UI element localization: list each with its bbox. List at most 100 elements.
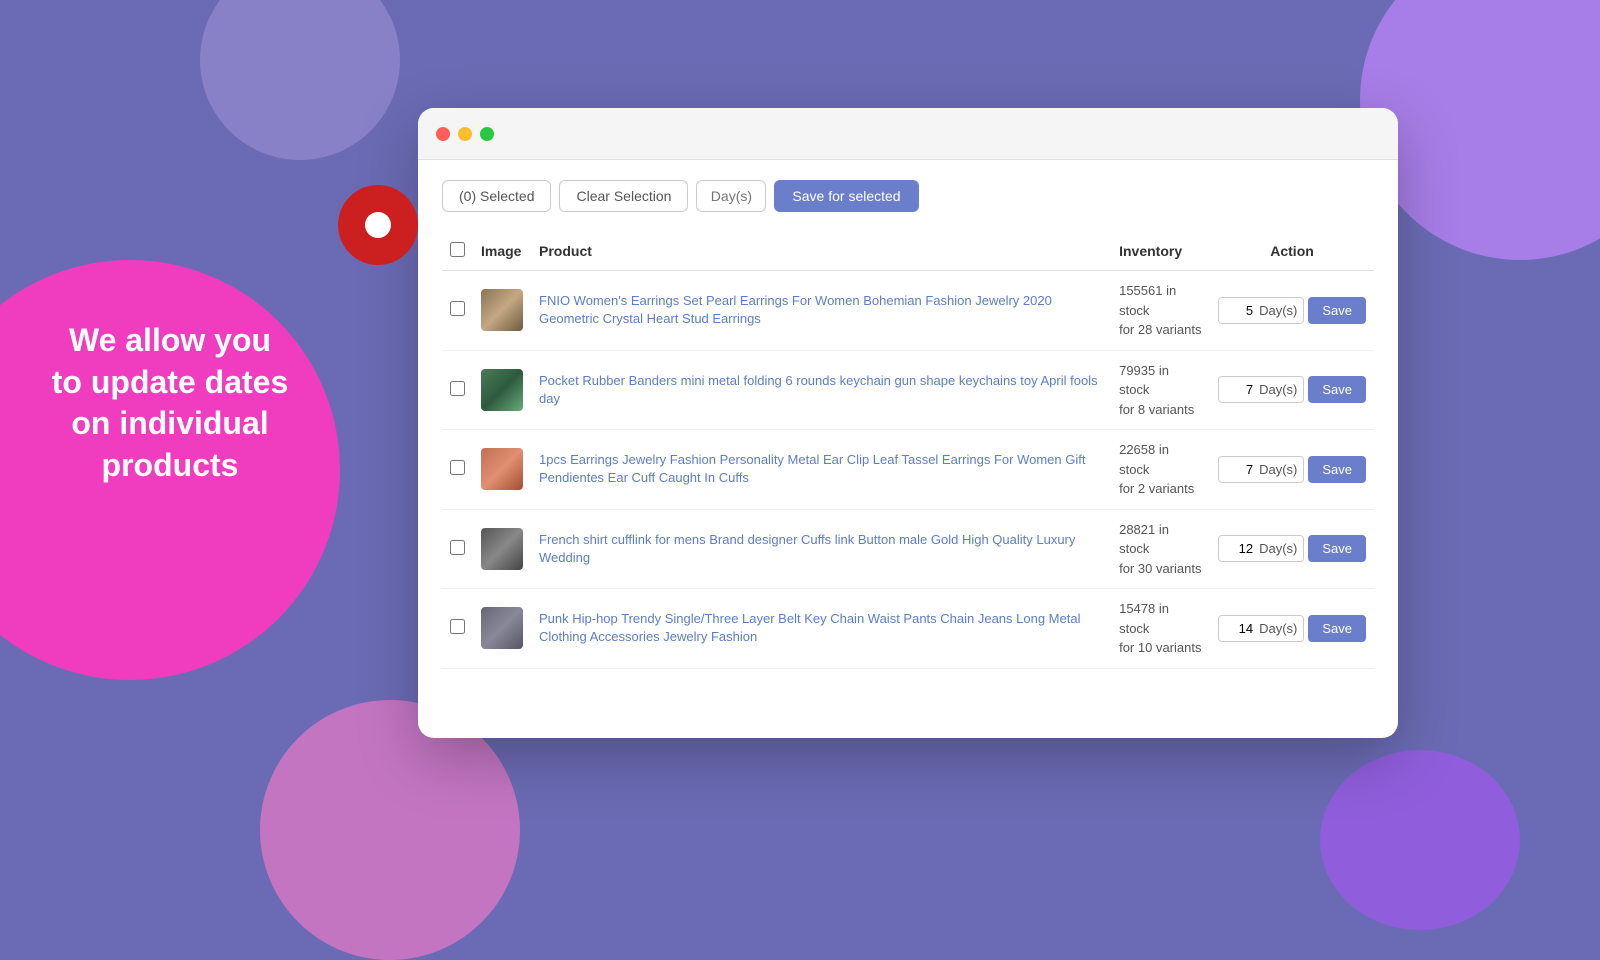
- product-link-3[interactable]: 1pcs Earrings Jewelry Fashion Personalit…: [539, 452, 1085, 485]
- product-link-4[interactable]: French shirt cufflink for mens Brand des…: [539, 532, 1075, 565]
- toolbar: (0) Selected Clear Selection Save for se…: [442, 180, 1374, 212]
- row-image-cell: [473, 430, 531, 510]
- row-inventory-cell: 15478 in stockfor 10 variants: [1111, 589, 1210, 669]
- days-label-4: Day(s): [1257, 536, 1303, 561]
- save-button-4[interactable]: Save: [1308, 535, 1366, 562]
- row-action-cell: Day(s) Save: [1210, 271, 1374, 351]
- inventory-count: 155561 in stockfor 28 variants: [1119, 281, 1202, 340]
- action-container: Day(s) Save: [1218, 456, 1366, 483]
- action-container: Day(s) Save: [1218, 376, 1366, 403]
- inventory-count: 28821 in stockfor 30 variants: [1119, 520, 1202, 579]
- traffic-light-red[interactable]: [436, 127, 450, 141]
- product-image: [481, 289, 523, 331]
- save-for-selected-button[interactable]: Save for selected: [774, 180, 918, 212]
- action-container: Day(s) Save: [1218, 297, 1366, 324]
- row-product-cell: 1pcs Earrings Jewelry Fashion Personalit…: [531, 430, 1111, 510]
- row-inventory-cell: 155561 in stockfor 28 variants: [1111, 271, 1210, 351]
- row-image-cell: [473, 509, 531, 589]
- save-button-3[interactable]: Save: [1308, 456, 1366, 483]
- days-input-4[interactable]: [1219, 536, 1257, 561]
- table-row: 1pcs Earrings Jewelry Fashion Personalit…: [442, 430, 1374, 510]
- days-input-3[interactable]: [1219, 457, 1257, 482]
- left-promotional-text: We allow you to update dates on individu…: [20, 320, 320, 486]
- table-row: FNIO Women's Earrings Set Pearl Earrings…: [442, 271, 1374, 351]
- row-checkbox-4[interactable]: [450, 540, 465, 555]
- row-product-cell: FNIO Women's Earrings Set Pearl Earrings…: [531, 271, 1111, 351]
- row-checkbox-5[interactable]: [450, 619, 465, 634]
- save-button-2[interactable]: Save: [1308, 376, 1366, 403]
- traffic-light-green[interactable]: [480, 127, 494, 141]
- row-action-cell: Day(s) Save: [1210, 509, 1374, 589]
- days-combined-input: Day(s): [1218, 615, 1304, 642]
- days-label-3: Day(s): [1257, 457, 1303, 482]
- row-image-cell: [473, 271, 531, 351]
- selected-button[interactable]: (0) Selected: [442, 180, 551, 212]
- row-product-cell: Pocket Rubber Banders mini metal folding…: [531, 350, 1111, 430]
- action-container: Day(s) Save: [1218, 615, 1366, 642]
- record-button[interactable]: [338, 185, 418, 265]
- header-image: Image: [473, 232, 531, 271]
- row-action-cell: Day(s) Save: [1210, 350, 1374, 430]
- clear-selection-button[interactable]: Clear Selection: [559, 180, 688, 212]
- row-product-cell: Punk Hip-hop Trendy Single/Three Layer B…: [531, 589, 1111, 669]
- header-checkbox-cell: [442, 232, 473, 271]
- header-inventory: Inventory: [1111, 232, 1210, 271]
- row-image-cell: [473, 589, 531, 669]
- browser-content: (0) Selected Clear Selection Save for se…: [418, 160, 1398, 689]
- row-inventory-cell: 28821 in stockfor 30 variants: [1111, 509, 1210, 589]
- row-product-cell: French shirt cufflink for mens Brand des…: [531, 509, 1111, 589]
- row-checkbox-1[interactable]: [450, 301, 465, 316]
- product-image: [481, 448, 523, 490]
- row-checkbox-cell: [442, 589, 473, 669]
- browser-window: (0) Selected Clear Selection Save for se…: [418, 108, 1398, 738]
- days-label-2: Day(s): [1257, 377, 1303, 402]
- table-row: Pocket Rubber Banders mini metal folding…: [442, 350, 1374, 430]
- days-combined-input: Day(s): [1218, 376, 1304, 403]
- inventory-count: 22658 in stockfor 2 variants: [1119, 440, 1202, 499]
- inventory-count: 15478 in stockfor 10 variants: [1119, 599, 1202, 658]
- table-row: Punk Hip-hop Trendy Single/Three Layer B…: [442, 589, 1374, 669]
- action-container: Day(s) Save: [1218, 535, 1366, 562]
- days-input-1[interactable]: [1219, 298, 1257, 323]
- traffic-light-yellow[interactable]: [458, 127, 472, 141]
- product-image: [481, 369, 523, 411]
- row-checkbox-cell: [442, 509, 473, 589]
- row-checkbox-2[interactable]: [450, 381, 465, 396]
- browser-titlebar: [418, 108, 1398, 160]
- product-link-2[interactable]: Pocket Rubber Banders mini metal folding…: [539, 373, 1098, 406]
- row-checkbox-cell: [442, 271, 473, 351]
- header-product: Product: [531, 232, 1111, 271]
- table-row: French shirt cufflink for mens Brand des…: [442, 509, 1374, 589]
- days-combined-input: Day(s): [1218, 535, 1304, 562]
- header-action: Action: [1210, 232, 1374, 271]
- bg-decoration-topleft: [200, 0, 400, 160]
- record-button-inner: [365, 212, 391, 238]
- row-checkbox-cell: [442, 350, 473, 430]
- product-link-5[interactable]: Punk Hip-hop Trendy Single/Three Layer B…: [539, 611, 1080, 644]
- save-button-5[interactable]: Save: [1308, 615, 1366, 642]
- bg-decoration-bottomright: [1320, 750, 1520, 930]
- days-label-1: Day(s): [1257, 298, 1303, 323]
- days-input-2[interactable]: [1219, 377, 1257, 402]
- days-combined-input: Day(s): [1218, 297, 1304, 324]
- product-link-1[interactable]: FNIO Women's Earrings Set Pearl Earrings…: [539, 293, 1052, 326]
- select-all-checkbox[interactable]: [450, 242, 465, 257]
- inventory-count: 79935 in stockfor 8 variants: [1119, 361, 1202, 420]
- row-action-cell: Day(s) Save: [1210, 430, 1374, 510]
- days-toolbar-input[interactable]: [696, 180, 766, 212]
- row-checkbox-3[interactable]: [450, 460, 465, 475]
- product-image: [481, 528, 523, 570]
- days-input-5[interactable]: [1219, 616, 1257, 641]
- row-checkbox-cell: [442, 430, 473, 510]
- row-image-cell: [473, 350, 531, 430]
- product-image: [481, 607, 523, 649]
- days-combined-input: Day(s): [1218, 456, 1304, 483]
- row-action-cell: Day(s) Save: [1210, 589, 1374, 669]
- product-table: Image Product Inventory Action FNIO Wome…: [442, 232, 1374, 669]
- bg-decoration-bottomleft: [260, 700, 520, 960]
- row-inventory-cell: 22658 in stockfor 2 variants: [1111, 430, 1210, 510]
- table-header-row: Image Product Inventory Action: [442, 232, 1374, 271]
- row-inventory-cell: 79935 in stockfor 8 variants: [1111, 350, 1210, 430]
- days-label-5: Day(s): [1257, 616, 1303, 641]
- save-button-1[interactable]: Save: [1308, 297, 1366, 324]
